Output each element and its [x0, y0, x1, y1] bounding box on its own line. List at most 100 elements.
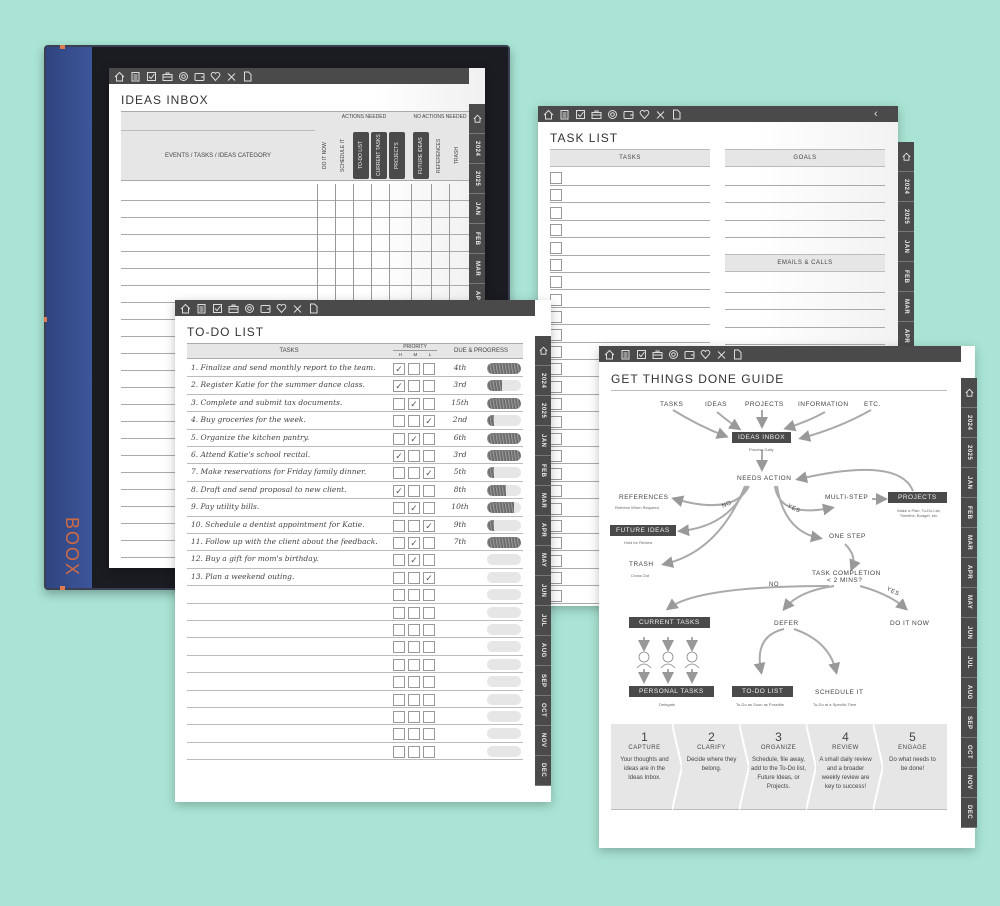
- priority-checkbox-m[interactable]: [408, 519, 420, 532]
- priority-checkbox-h[interactable]: [393, 554, 405, 567]
- checkbox-icon[interactable]: [145, 71, 157, 82]
- priority-checkbox-l[interactable]: [423, 606, 435, 619]
- wallet-icon[interactable]: [193, 71, 205, 82]
- task-checkbox[interactable]: [550, 276, 562, 289]
- priority-checkbox-m[interactable]: [408, 380, 420, 393]
- task-checkbox[interactable]: [550, 380, 562, 393]
- priority-checkbox-m[interactable]: [408, 624, 420, 636]
- task-checkbox[interactable]: [550, 206, 562, 219]
- tab-2024[interactable]: 2024: [535, 366, 551, 396]
- progress-bar[interactable]: [487, 624, 521, 635]
- priority-checkbox-h[interactable]: [393, 658, 405, 671]
- priority-checkbox-l[interactable]: [423, 502, 435, 515]
- task-row[interactable]: [550, 204, 710, 221]
- tools-icon[interactable]: [225, 71, 237, 82]
- tab-2025[interactable]: 2025: [898, 202, 914, 232]
- progress-bar[interactable]: [487, 380, 521, 392]
- priority-checkbox-h[interactable]: [393, 571, 405, 584]
- priority-checkbox-h[interactable]: [393, 397, 405, 410]
- priority-checkbox-h[interactable]: [393, 624, 405, 636]
- task-row[interactable]: [550, 291, 710, 308]
- priority-checkbox-m[interactable]: [408, 658, 420, 671]
- progress-bar[interactable]: [487, 363, 521, 374]
- todo-task-text[interactable]: 11. Follow up with the client about the …: [191, 537, 378, 546]
- priority-checkbox-h[interactable]: ✓: [393, 450, 405, 462]
- priority-checkbox-m[interactable]: ✓: [408, 432, 420, 445]
- todo-task-text[interactable]: 8. Draft and send proposal to new client…: [191, 485, 347, 494]
- goal-line[interactable]: [725, 186, 885, 204]
- priority-checkbox-l[interactable]: [423, 380, 435, 393]
- tab-dec[interactable]: DEC: [961, 798, 977, 828]
- heart-icon[interactable]: [638, 109, 650, 120]
- tab-jun[interactable]: JUN: [535, 576, 551, 606]
- priority-checkbox-h[interactable]: [393, 589, 405, 602]
- task-checkbox[interactable]: [550, 346, 562, 358]
- email-line[interactable]: [725, 293, 885, 311]
- tab-oct[interactable]: OCT: [961, 738, 977, 768]
- tab-home-icon[interactable]: [535, 336, 551, 366]
- priority-checkbox-m[interactable]: [408, 450, 420, 462]
- priority-checkbox-m[interactable]: [408, 606, 420, 619]
- task-row[interactable]: [550, 308, 710, 326]
- todo-task-text[interactable]: 6. Attend Katie's school recital.: [191, 450, 310, 459]
- priority-checkbox-h[interactable]: [393, 519, 405, 532]
- tab-nov[interactable]: NOV: [535, 726, 551, 756]
- target-icon[interactable]: [243, 303, 255, 314]
- clipboard-icon[interactable]: [558, 109, 570, 120]
- clipboard-icon[interactable]: [195, 303, 207, 314]
- priority-checkbox-h[interactable]: [393, 502, 405, 515]
- priority-checkbox-l[interactable]: [423, 484, 435, 497]
- progress-bar[interactable]: [487, 502, 521, 514]
- tab-mar[interactable]: MAR: [898, 292, 914, 322]
- email-line[interactable]: [725, 311, 885, 328]
- progress-bar[interactable]: [487, 432, 521, 444]
- heart-icon[interactable]: [209, 71, 221, 82]
- progress-bar[interactable]: [487, 676, 521, 688]
- priority-checkbox-l[interactable]: [423, 745, 435, 758]
- tab-dec[interactable]: DEC: [535, 756, 551, 786]
- priority-checkbox-h[interactable]: [393, 415, 405, 428]
- task-row[interactable]: [550, 186, 710, 204]
- task-checkbox[interactable]: [550, 189, 562, 202]
- priority-checkbox-h[interactable]: [393, 537, 405, 549]
- progress-bar[interactable]: [487, 519, 521, 531]
- email-line[interactable]: [725, 328, 885, 346]
- progress-bar[interactable]: [487, 484, 521, 496]
- tab-feb[interactable]: FEB: [535, 456, 551, 486]
- priority-checkbox-m[interactable]: [408, 641, 420, 654]
- task-checkbox[interactable]: [550, 328, 562, 341]
- tab-feb[interactable]: FEB: [469, 224, 485, 254]
- tab-apr[interactable]: APR: [535, 516, 551, 546]
- task-checkbox[interactable]: [550, 311, 562, 324]
- target-icon[interactable]: [606, 109, 618, 120]
- todo-task-text[interactable]: 7. Make reservations for Friday family d…: [191, 467, 366, 476]
- task-checkbox[interactable]: [550, 172, 562, 184]
- progress-bar[interactable]: [487, 711, 521, 722]
- priority-checkbox-h[interactable]: [393, 432, 405, 445]
- tab-2024[interactable]: 2024: [469, 134, 485, 164]
- priority-checkbox-m[interactable]: [408, 363, 420, 375]
- task-checkbox[interactable]: [550, 433, 562, 445]
- clipboard-icon[interactable]: [129, 71, 141, 82]
- chevron-left-icon[interactable]: ‹: [874, 108, 878, 120]
- priority-checkbox-h[interactable]: [393, 641, 405, 654]
- briefcase-icon[interactable]: [590, 109, 602, 120]
- progress-bar[interactable]: [487, 693, 521, 705]
- home-icon[interactable]: [542, 109, 554, 120]
- tab-mar[interactable]: MAR: [961, 528, 977, 558]
- page-icon[interactable]: [241, 71, 253, 82]
- task-checkbox[interactable]: [550, 415, 562, 428]
- progress-bar[interactable]: [487, 641, 521, 653]
- task-checkbox[interactable]: [550, 259, 562, 271]
- priority-checkbox-l[interactable]: [423, 676, 435, 689]
- tab-aug[interactable]: AUG: [535, 636, 551, 666]
- todo-task-text[interactable]: 1. Finalize and send monthly report to t…: [191, 363, 375, 372]
- progress-bar[interactable]: [487, 745, 521, 757]
- task-checkbox[interactable]: [550, 572, 562, 585]
- priority-checkbox-l[interactable]: [423, 693, 435, 706]
- priority-checkbox-l[interactable]: [423, 363, 435, 375]
- task-row[interactable]: [550, 169, 710, 186]
- priority-checkbox-m[interactable]: ✓: [408, 554, 420, 567]
- tab-jan[interactable]: JAN: [535, 426, 551, 456]
- priority-checkbox-h[interactable]: [393, 711, 405, 723]
